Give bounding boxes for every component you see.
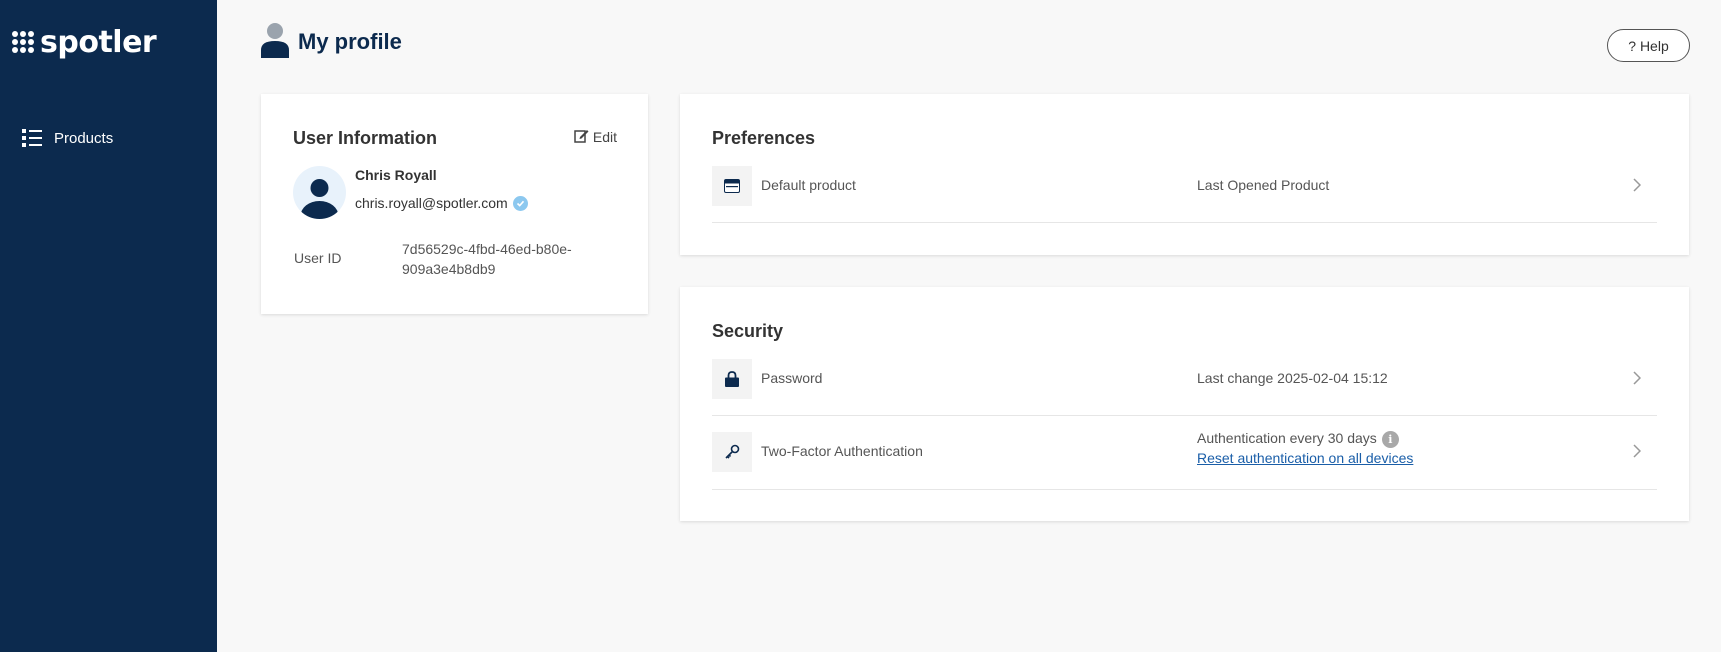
help-button[interactable]: ? Help: [1607, 29, 1690, 62]
key-icon: [712, 432, 752, 472]
person-icon: [260, 22, 290, 63]
two-factor-frequency-text: Authentication every 30 days: [1197, 430, 1377, 446]
list-icon: [22, 128, 42, 148]
password-row[interactable]: Password Last change 2025-02-04 15:12: [712, 359, 1657, 416]
avatar: [293, 166, 346, 219]
password-last-change: Last change 2025-02-04 15:12: [1197, 370, 1388, 386]
user-id-label: User ID: [294, 250, 342, 266]
user-information-card: User Information Edit Chris Royall chris…: [261, 94, 648, 314]
browser-window-icon: [712, 166, 752, 206]
preferences-title: Preferences: [712, 128, 816, 148]
security-card: Security Password Last change 2025-02-04…: [680, 287, 1689, 521]
user-email: chris.royall@spotler.com: [355, 195, 508, 211]
user-name: Chris Royall: [355, 167, 437, 183]
brand-logo[interactable]: spotler: [12, 22, 157, 62]
page-header: My profile: [260, 22, 402, 62]
user-email-row: chris.royall@spotler.com: [355, 195, 528, 211]
default-product-value: Last Opened Product: [1197, 177, 1330, 193]
two-factor-label: Two-Factor Authentication: [761, 443, 923, 459]
user-id-value: 7d56529c-4fbd-46ed-b80e-909a3e4b8db9: [402, 241, 572, 277]
reset-authentication-link[interactable]: Reset authentication on all devices: [1197, 450, 1413, 466]
page-title: My profile: [298, 29, 402, 54]
two-factor-row[interactable]: Two-Factor Authentication Authentication…: [712, 430, 1657, 490]
chevron-right-icon: [1633, 444, 1642, 463]
password-label: Password: [761, 370, 823, 386]
edit-label: Edit: [592, 129, 617, 145]
edit-icon: [574, 128, 589, 146]
sidebar: spotler Products: [0, 0, 217, 652]
grid-dots-icon: [12, 31, 34, 53]
verified-check-icon: [512, 195, 528, 211]
info-icon[interactable]: i: [1381, 430, 1399, 448]
default-product-row[interactable]: Default product Last Opened Product: [712, 166, 1657, 223]
two-factor-frequency: Authentication every 30 days i: [1197, 430, 1399, 448]
lock-icon: [712, 359, 752, 399]
security-title: Security: [712, 321, 784, 341]
sidebar-item-products[interactable]: Products: [22, 124, 113, 152]
edit-button[interactable]: Edit: [574, 128, 617, 146]
brand-name: spotler: [40, 24, 157, 60]
user-information-title: User Information: [293, 128, 438, 148]
preferences-card: Preferences Default product Last Opened …: [680, 94, 1689, 255]
chevron-right-icon: [1633, 178, 1642, 197]
chevron-right-icon: [1633, 371, 1642, 390]
default-product-label: Default product: [761, 177, 856, 193]
sidebar-item-label: Products: [54, 129, 114, 147]
